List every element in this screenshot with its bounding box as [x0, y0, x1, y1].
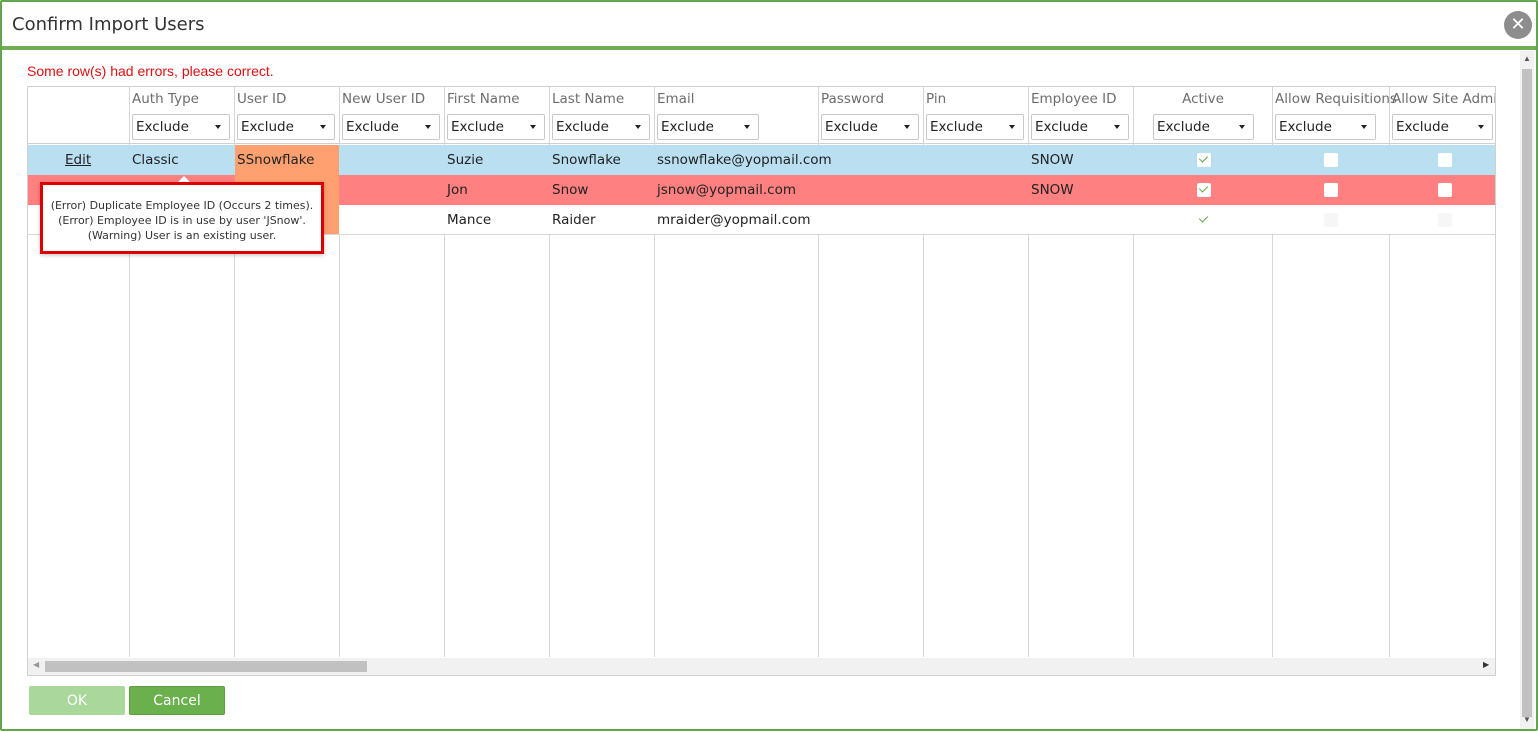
- tooltip-arrow: [178, 176, 190, 182]
- tooltip-line: (Error) Employee ID is in use by user 'J…: [58, 214, 306, 227]
- filter-value: Exclude: [1035, 119, 1088, 135]
- active-checkbox[interactable]: [1197, 213, 1211, 227]
- cell-last-name: Snowflake: [552, 152, 621, 168]
- tooltip-line: (Warning) User is an existing user.: [87, 229, 277, 242]
- filter-value: Exclude: [930, 119, 983, 135]
- import-dialog: Confirm Import Users ✕ Some row(s) had e…: [0, 0, 1538, 731]
- filter-value: Exclude: [1157, 119, 1210, 135]
- close-icon[interactable]: ✕: [1504, 11, 1532, 39]
- filter-value: Exclude: [556, 119, 609, 135]
- cancel-button[interactable]: Cancel: [129, 686, 225, 715]
- filter-value: Exclude: [825, 119, 878, 135]
- cell-email: ssnowflake@yopmail.com: [657, 152, 832, 168]
- header-allow-site-admin[interactable]: Allow Site Admin: [1392, 91, 1495, 107]
- cell-last-name: Raider: [552, 212, 596, 228]
- chevron-down-icon: [320, 125, 326, 129]
- scroll-up-icon[interactable]: ▲: [1520, 54, 1534, 63]
- header-email[interactable]: Email: [657, 91, 694, 107]
- allow-requisitions-checkbox[interactable]: [1324, 153, 1338, 167]
- filter-user-id[interactable]: Exclude: [237, 114, 335, 140]
- filter-active[interactable]: Exclude: [1153, 114, 1254, 140]
- filter-password[interactable]: Exclude: [821, 114, 919, 140]
- filter-value: Exclude: [346, 119, 399, 135]
- error-message: Some row(s) had errors, please correct.: [27, 63, 274, 79]
- header-first-name[interactable]: First Name: [447, 91, 520, 107]
- header-auth-type[interactable]: Auth Type: [132, 91, 199, 107]
- filter-pin[interactable]: Exclude: [926, 114, 1024, 140]
- filter-allow-requisitions[interactable]: Exclude: [1275, 114, 1376, 140]
- filter-new-user-id[interactable]: Exclude: [342, 114, 440, 140]
- header-pin[interactable]: Pin: [926, 91, 946, 107]
- dialog-titlebar: Confirm Import Users ✕: [2, 2, 1536, 50]
- dialog-title: Confirm Import Users: [12, 14, 205, 35]
- users-grid: Auth Type User ID New User ID First Name…: [27, 86, 1496, 676]
- scroll-down-icon[interactable]: ▼: [1520, 715, 1534, 724]
- cell-first-name: Suzie: [447, 152, 484, 168]
- chevron-down-icon: [215, 125, 221, 129]
- allow-requisitions-checkbox[interactable]: [1324, 183, 1338, 197]
- cell-first-name: Jon: [447, 182, 468, 198]
- scroll-right-icon[interactable]: ▶: [1483, 660, 1489, 669]
- scrollbar-thumb[interactable]: [1522, 69, 1532, 717]
- cell-first-name: Mance: [447, 212, 492, 228]
- chevron-down-icon: [1239, 125, 1245, 129]
- filter-allow-site-admin[interactable]: Exclude: [1392, 114, 1493, 140]
- horizontal-scrollbar[interactable]: ◀ ▶: [28, 658, 1495, 675]
- chevron-down-icon: [425, 125, 431, 129]
- cell-user-id: SSnowflake: [237, 152, 315, 168]
- filter-value: Exclude: [241, 119, 294, 135]
- cell-last-name: Snow: [552, 182, 589, 198]
- ok-button[interactable]: OK: [29, 686, 125, 715]
- filter-auth-type[interactable]: Exclude: [132, 114, 230, 140]
- chevron-down-icon: [744, 125, 750, 129]
- header-active[interactable]: Active: [1134, 91, 1272, 107]
- scroll-left-icon[interactable]: ◀: [33, 660, 39, 669]
- active-checkbox[interactable]: [1197, 153, 1211, 167]
- header-employee-id[interactable]: Employee ID: [1031, 91, 1117, 107]
- chevron-down-icon: [1361, 125, 1367, 129]
- header-allow-requisitions[interactable]: Allow Requisitions: [1275, 91, 1397, 107]
- filter-value: Exclude: [1279, 119, 1332, 135]
- cell-email: jsnow@yopmail.com: [657, 182, 797, 198]
- cell-auth-type: Classic: [132, 152, 179, 168]
- cell-employee-id: SNOW: [1031, 182, 1074, 198]
- header-user-id[interactable]: User ID: [237, 91, 286, 107]
- filter-value: Exclude: [1396, 119, 1449, 135]
- chevron-down-icon: [1478, 125, 1484, 129]
- allow-site-admin-checkbox[interactable]: [1438, 183, 1452, 197]
- filter-value: Exclude: [451, 119, 504, 135]
- header-last-name[interactable]: Last Name: [552, 91, 624, 107]
- validation-tooltip: (Error) Duplicate Employee ID (Occurs 2 …: [40, 176, 324, 254]
- filter-last-name[interactable]: Exclude: [552, 114, 650, 140]
- allow-site-admin-checkbox[interactable]: [1438, 153, 1452, 167]
- active-checkbox[interactable]: [1197, 183, 1211, 197]
- filter-first-name[interactable]: Exclude: [447, 114, 545, 140]
- chevron-down-icon: [904, 125, 910, 129]
- vertical-scrollbar[interactable]: ▲ ▼: [1520, 51, 1534, 729]
- header-divider: [28, 143, 1495, 144]
- header-password[interactable]: Password: [821, 91, 884, 107]
- filter-value: Exclude: [661, 119, 714, 135]
- edit-link[interactable]: Edit: [65, 152, 91, 168]
- filter-value: Exclude: [136, 119, 189, 135]
- filter-employee-id[interactable]: Exclude: [1031, 114, 1129, 140]
- tooltip-line: (Error) Duplicate Employee ID (Occurs 2 …: [50, 199, 314, 212]
- cell-employee-id: SNOW: [1031, 152, 1074, 168]
- cell-email: mraider@yopmail.com: [657, 212, 811, 228]
- chevron-down-icon: [635, 125, 641, 129]
- scrollbar-thumb[interactable]: [45, 661, 367, 672]
- chevron-down-icon: [530, 125, 536, 129]
- table-row[interactable]: Edit Classic SSnowflake Suzie Snowflake …: [28, 145, 1495, 175]
- chevron-down-icon: [1114, 125, 1120, 129]
- allow-requisitions-checkbox[interactable]: [1324, 213, 1338, 227]
- chevron-down-icon: [1009, 125, 1015, 129]
- header-new-user-id[interactable]: New User ID: [342, 91, 425, 107]
- filter-email[interactable]: Exclude: [657, 114, 759, 140]
- allow-site-admin-checkbox[interactable]: [1438, 213, 1452, 227]
